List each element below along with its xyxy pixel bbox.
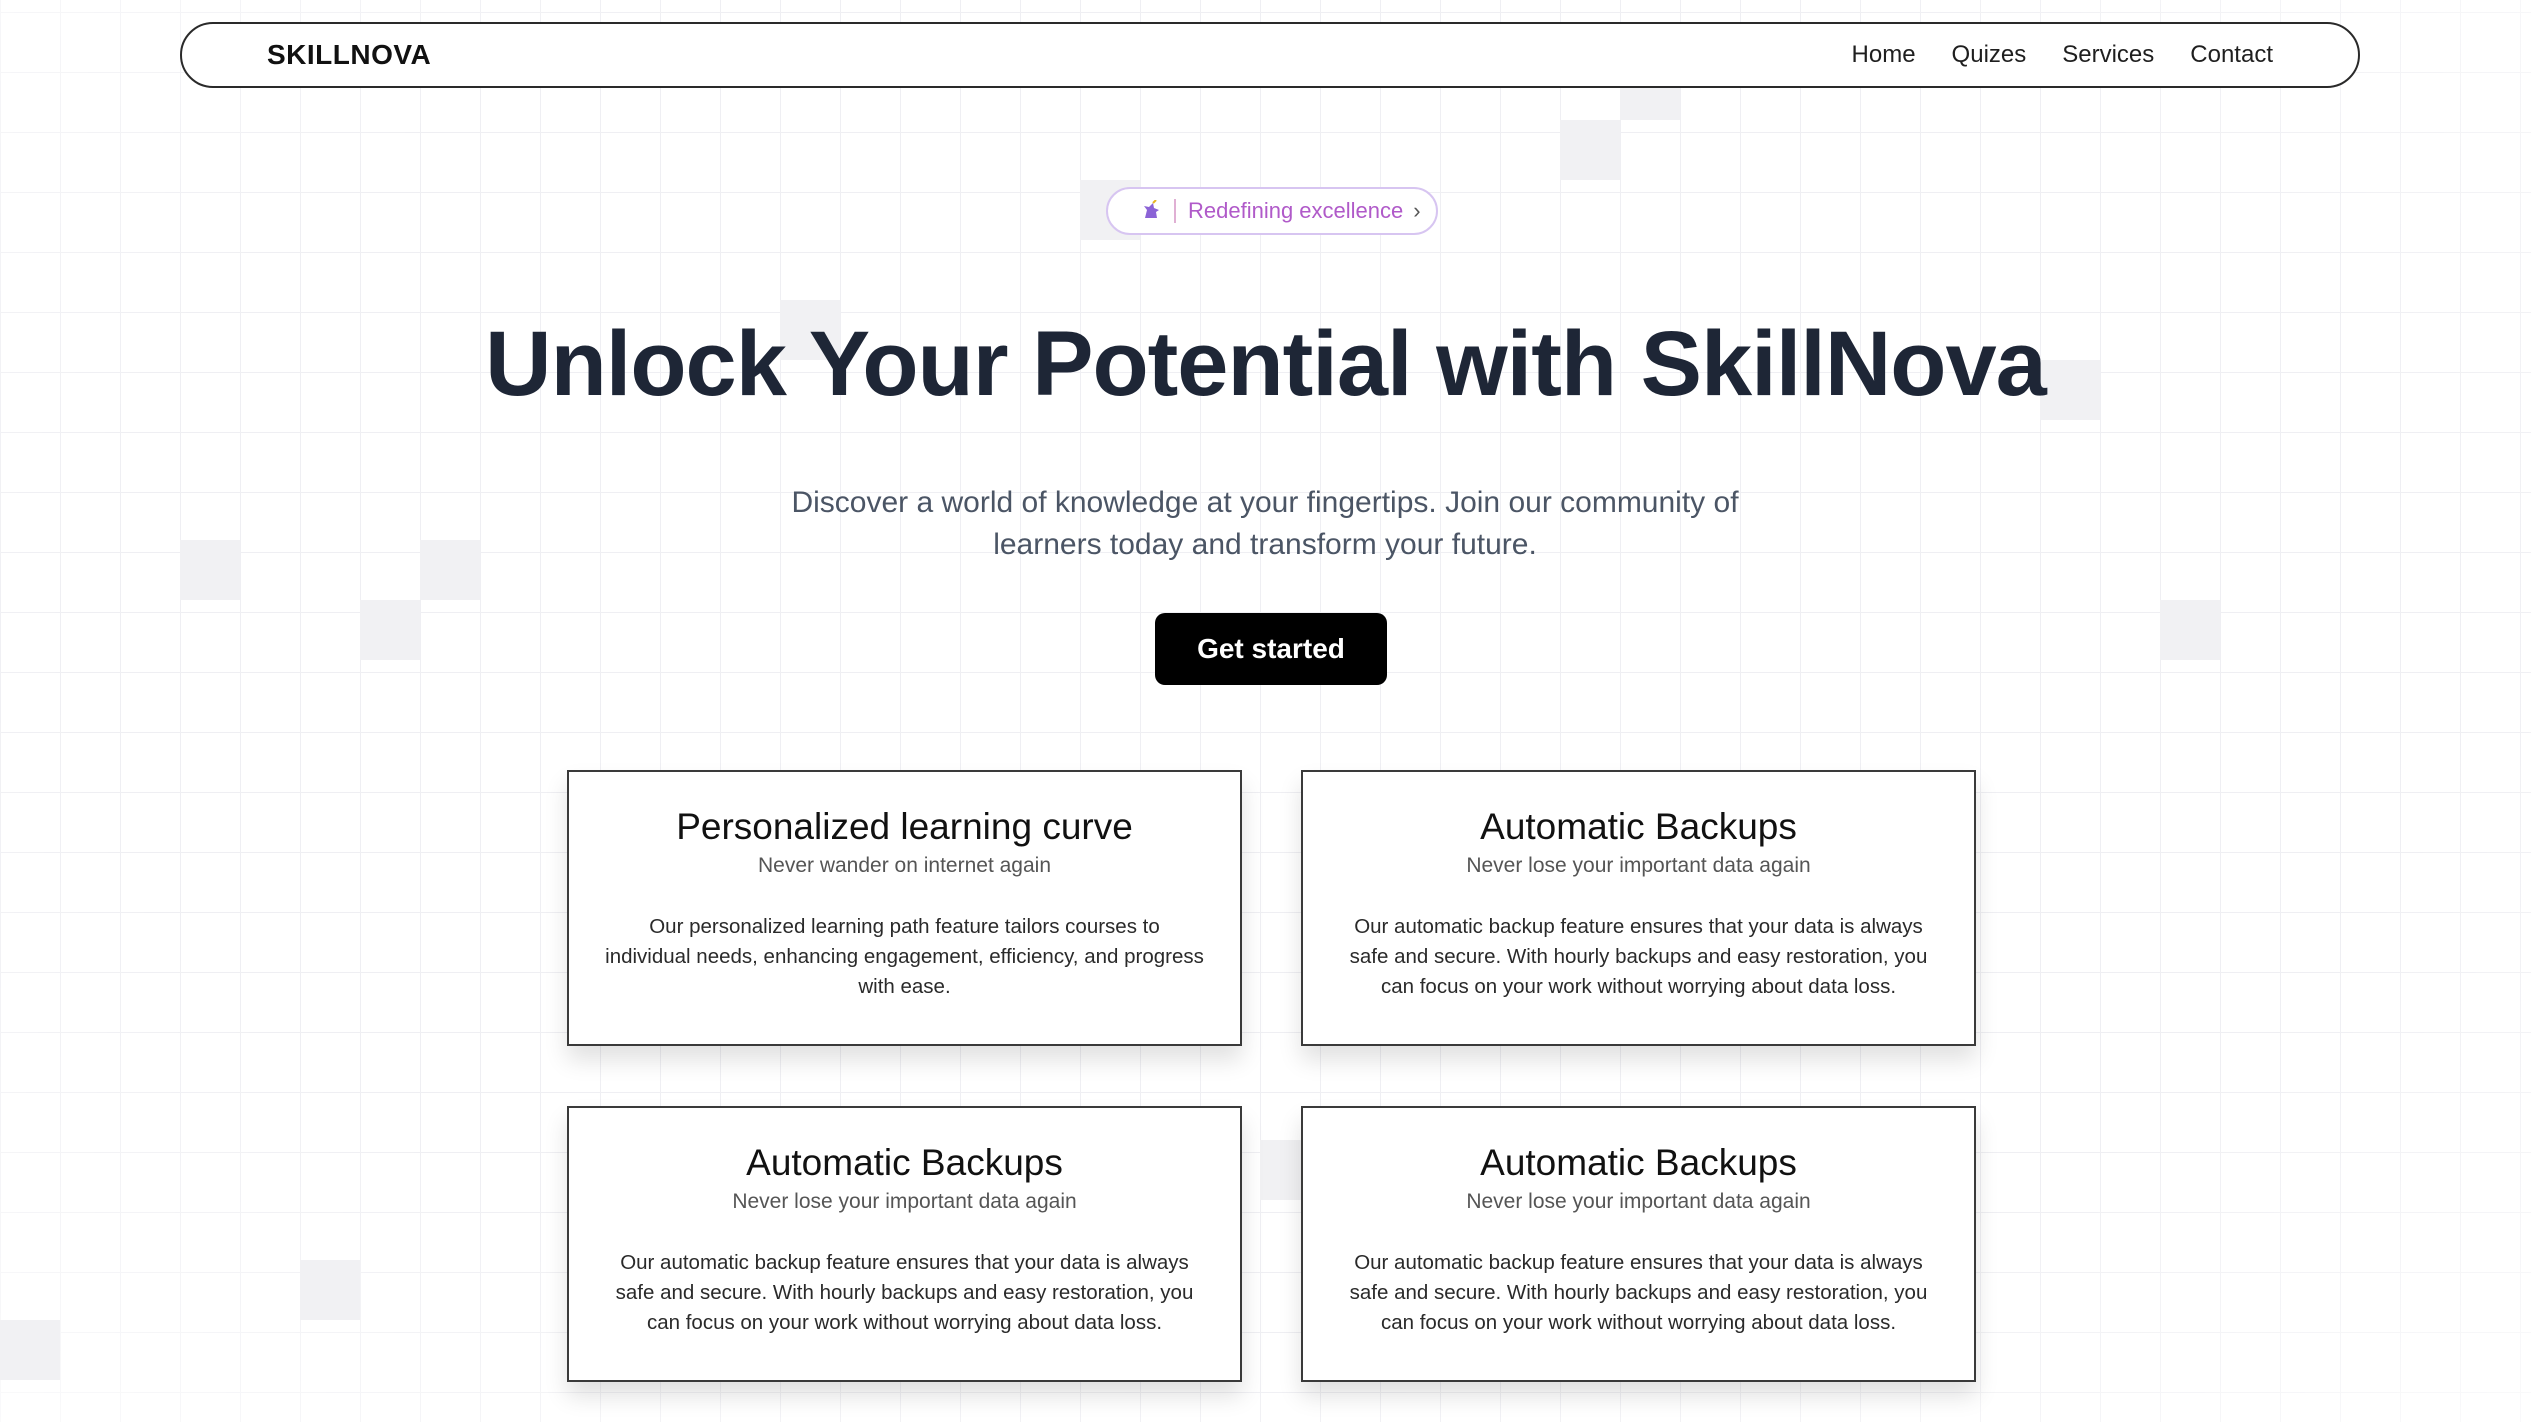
nav-links: Home Quizes Services Contact: [1852, 24, 2273, 86]
grid-highlight-cell: [360, 600, 420, 660]
feature-tagline: Never lose your important data again: [1466, 854, 1811, 877]
feature-tagline: Never lose your important data again: [732, 1190, 1077, 1213]
brand-logo[interactable]: SKILLNOVA: [267, 24, 431, 86]
feature-tagline: Never lose your important data again: [1466, 1190, 1811, 1213]
feature-title: Automatic Backups: [1480, 806, 1797, 847]
badge-text: Redefining excellence: [1188, 198, 1404, 223]
badge-divider: [1174, 199, 1176, 223]
chevron-right-icon: ›: [1413, 198, 1421, 223]
feature-description: Our personalized learning path feature t…: [605, 915, 1204, 998]
feature-description: Our automatic backup feature ensures tha…: [615, 1251, 1194, 1334]
feature-tagline: Never wander on internet again: [757, 854, 1051, 877]
feature-card: Personalized learning curve Never wander…: [567, 770, 1242, 1046]
feature-description: Our automatic backup feature ensures tha…: [1349, 915, 1928, 998]
feature-card: Automatic Backups Never lose your import…: [567, 1106, 1242, 1382]
feature-title: Automatic Backups: [1480, 1142, 1797, 1183]
feature-title: Personalized learning curve: [676, 806, 1133, 847]
unicorn-icon: [1130, 200, 1174, 222]
nav-link-contact[interactable]: Contact: [2190, 41, 2273, 69]
nav-link-home[interactable]: Home: [1852, 41, 1916, 69]
grid-highlight-cell: [0, 1320, 60, 1380]
grid-highlight-cell: [1560, 120, 1620, 180]
announcement-badge[interactable]: Redefining excellence ›: [1106, 187, 1438, 235]
get-started-button[interactable]: Get started: [1155, 613, 1387, 685]
grid-highlight-cell: [180, 540, 240, 600]
hero-subtitle: Discover a world of knowledge at your fi…: [791, 486, 1739, 561]
nav-link-quizes[interactable]: Quizes: [1952, 41, 2027, 69]
feature-card: Automatic Backups Never lose your import…: [1301, 1106, 1976, 1382]
feature-description: Our automatic backup feature ensures tha…: [1349, 1251, 1928, 1334]
hero-title: Unlock Your Potential with SkillNova: [485, 313, 2047, 415]
feature-card: Automatic Backups Never lose your import…: [1301, 770, 1976, 1046]
grid-highlight-cell: [2160, 600, 2220, 660]
top-navbar: SKILLNOVA Home Quizes Services Contact: [180, 22, 2360, 88]
grid-highlight-cell: [420, 540, 480, 600]
grid-highlight-cell: [300, 1260, 360, 1320]
feature-title: Automatic Backups: [746, 1142, 1063, 1183]
nav-link-services[interactable]: Services: [2062, 41, 2154, 69]
